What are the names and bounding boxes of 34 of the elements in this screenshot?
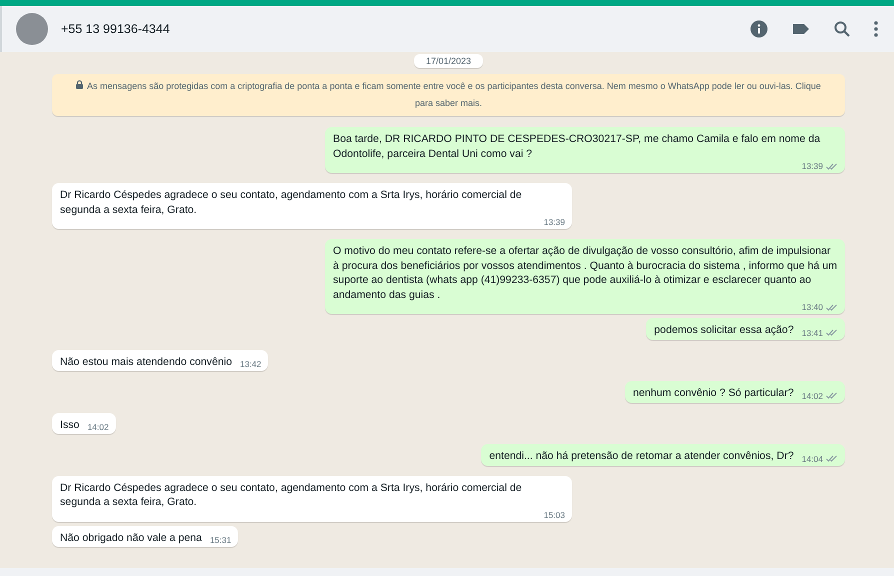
message-time: 13:41 [802, 328, 823, 338]
contact-name[interactable]: +55 13 99136-4344 [61, 22, 170, 36]
message-time: 15:31 [210, 535, 232, 545]
message-text: podemos solicitar essa ação? [654, 323, 794, 338]
message-time: 14:04 [802, 454, 823, 464]
message-text: O motivo do meu contato refere-se a ofertar ação de divulgação de vosso consultório, afim de impulsionar à procura dos beneficiários por vossos atendimentos . Quanto à burocracia do sistema , informo que há um suporte ao dentista (whats app (41)99233-6357) que pode auxiliá-lo à otimizar e esclarecer quanto ao andamento das guias . [333, 244, 838, 302]
message-text: Boa tarde, DR RICARDO PINTO DE CESPEDES-CRO30217-SP, me chamo Camila e falo em nome da Odontolife, parceira Dental Uni como vai ? [333, 132, 822, 161]
message-time: 14:02 [802, 390, 823, 400]
message-text: nenhum convênio ? Só particular? [632, 386, 794, 400]
message-text: Isso [60, 418, 80, 432]
double-check-icon [826, 455, 838, 462]
message-text: Dr Ricardo Céspedes agradece o seu contato, agendamento com a Srta Irys, horário comercial de segunda a sexta feira, Grato. [60, 188, 523, 217]
double-check-icon [826, 162, 838, 170]
label-icon[interactable] [792, 23, 810, 35]
message-text: entendi... não há pretensão de retomar a atender convênios, Dr? [489, 449, 794, 464]
date-chip: 17/01/2023 [414, 54, 484, 68]
message-time: 14:02 [87, 422, 109, 432]
message-time: 13:39 [802, 161, 823, 171]
avatar[interactable] [16, 13, 48, 45]
menu-icon[interactable] [874, 21, 878, 37]
info-icon[interactable] [750, 20, 768, 38]
message-time: 15:03 [544, 510, 565, 520]
double-check-icon [826, 392, 838, 399]
message-time: 13:40 [802, 302, 823, 312]
message-text: Não obrigado não vale a pena [60, 530, 202, 545]
message-time: 13:42 [240, 359, 262, 369]
lock-icon [76, 80, 84, 89]
search-icon[interactable] [834, 21, 850, 37]
double-check-icon [826, 304, 838, 310]
encryption-notice[interactable]: As mensagens são protegidas com a criptografia de ponta a ponta e ficam somente entre você e os participantes desta conversa. Nem mesmo o WhatsApp pode ler ou ouvi-las. Clique para saber mais. [52, 74, 845, 116]
message-text: Não estou mais atendendo convênio [60, 354, 232, 369]
message-text: Dr Ricardo Céspedes agradece o seu contato, agendamento com a Srta Irys, horário comercial de segunda a sexta feira, Grato. [60, 480, 523, 510]
double-check-icon [826, 329, 838, 336]
message-time: 13:39 [544, 217, 565, 227]
